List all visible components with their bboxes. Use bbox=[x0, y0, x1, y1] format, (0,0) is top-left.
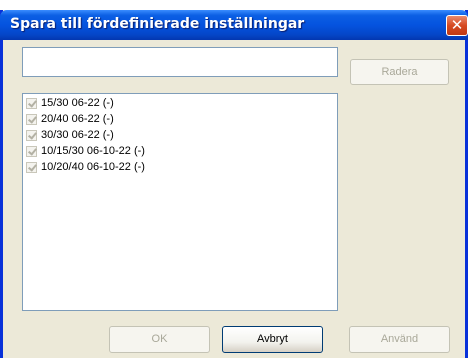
checkbox[interactable] bbox=[26, 97, 37, 109]
preset-label: 15/30 06-22 (-) bbox=[41, 97, 114, 109]
cancel-button[interactable]: Avbryt bbox=[222, 326, 323, 353]
preset-label: 30/30 06-22 (-) bbox=[41, 129, 114, 141]
dialog-title: Spara till fördefinierade inställningar bbox=[10, 16, 305, 32]
preset-label: 10/20/40 06-10-22 (-) bbox=[41, 161, 145, 173]
preset-label: 10/15/30 06-10-22 (-) bbox=[41, 145, 145, 157]
title-bar[interactable]: Spara till fördefinierade inställningar … bbox=[0, 10, 468, 40]
apply-button[interactable]: Använd bbox=[349, 326, 450, 353]
list-item[interactable]: 20/40 06-22 (-) bbox=[23, 111, 337, 127]
delete-button[interactable]: Radera bbox=[350, 59, 449, 85]
list-item[interactable]: 30/30 06-22 (-) bbox=[23, 127, 337, 143]
preset-name-input[interactable] bbox=[22, 47, 338, 77]
checkbox[interactable] bbox=[26, 113, 37, 125]
close-icon: ✕ bbox=[450, 16, 464, 34]
checkbox[interactable] bbox=[26, 145, 37, 157]
checkbox[interactable] bbox=[26, 129, 37, 141]
list-item[interactable]: 10/15/30 06-10-22 (-) bbox=[23, 143, 337, 159]
preset-label: 20/40 06-22 (-) bbox=[41, 113, 114, 125]
list-item[interactable]: 15/30 06-22 (-) bbox=[23, 95, 337, 111]
list-item[interactable]: 10/20/40 06-10-22 (-) bbox=[23, 159, 337, 175]
ok-button[interactable]: OK bbox=[109, 326, 210, 353]
preset-list[interactable]: 15/30 06-22 (-) 20/40 06-22 (-) 30/30 06… bbox=[22, 93, 338, 311]
checkbox[interactable] bbox=[26, 161, 37, 173]
close-button[interactable]: ✕ bbox=[446, 15, 468, 36]
